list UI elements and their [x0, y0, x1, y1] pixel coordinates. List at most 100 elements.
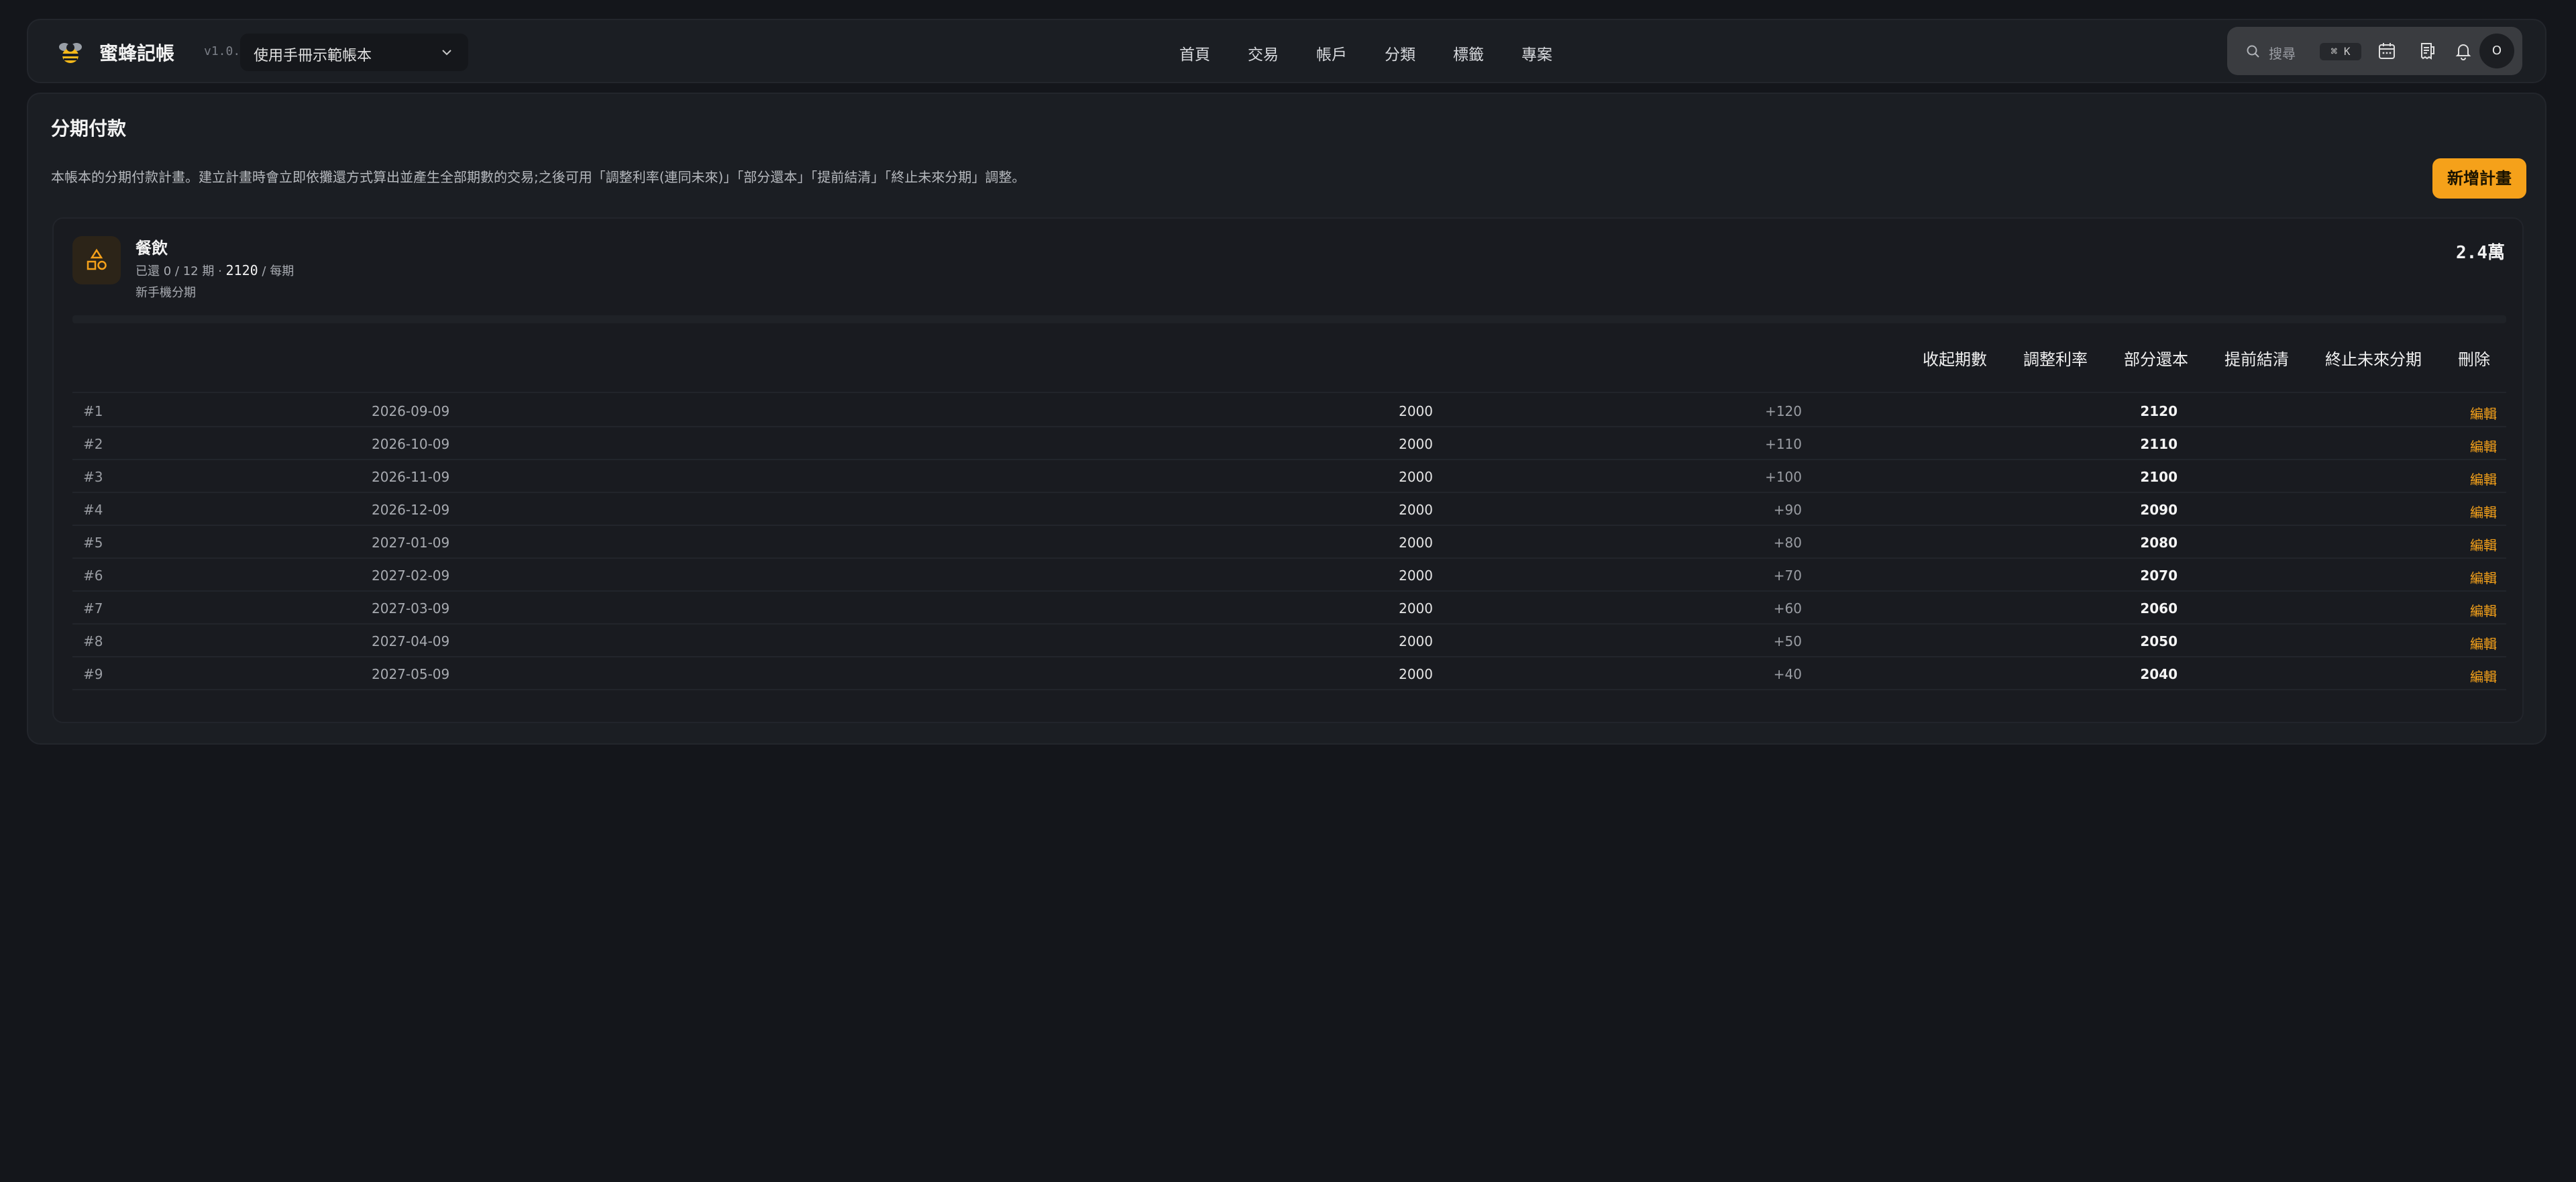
edit-link[interactable]: 編輯: [2470, 535, 2497, 554]
edit-link[interactable]: 編輯: [2470, 469, 2497, 488]
table-row: #1 2026-09-09 2000 +120 2120 編輯: [72, 394, 2506, 427]
nav-tags[interactable]: 標籤: [1453, 42, 1484, 64]
edit-link[interactable]: 編輯: [2470, 568, 2497, 587]
period-principal: 2000: [1399, 568, 1433, 584]
per-period-label: / 每期: [262, 264, 294, 278]
period-unit: 期: [202, 264, 215, 278]
book-select-value: 使用手冊示範帳本: [254, 48, 372, 64]
period-interest: +70: [1773, 568, 1802, 584]
period-interest: +90: [1773, 502, 1802, 518]
period-interest: +60: [1773, 600, 1802, 616]
period-date: 2027-05-09: [372, 666, 450, 682]
book-select[interactable]: 使用手冊示範帳本: [240, 34, 468, 71]
period-principal: 2000: [1399, 535, 1433, 551]
nav-home[interactable]: 首頁: [1179, 42, 1210, 64]
shapes-category-icon: [87, 248, 107, 270]
period-principal: 2000: [1399, 502, 1433, 518]
plan-card: 餐飲 已還 0 / 12 期 · 2120 / 每期 新手機分期 2.4萬 收起…: [52, 217, 2524, 723]
period-number: #9: [83, 666, 103, 682]
add-plan-button[interactable]: 新增計畫: [2432, 158, 2526, 199]
period-date: 2027-02-09: [372, 568, 450, 584]
adjust-rate-button[interactable]: 調整利率: [2023, 346, 2088, 370]
period-date: 2027-03-09: [372, 600, 450, 616]
period-interest: +110: [1765, 436, 1802, 452]
nav-transactions[interactable]: 交易: [1248, 42, 1279, 64]
period-principal: 2000: [1399, 403, 1433, 419]
chevron-down-icon: [442, 50, 451, 56]
period-total: 2040: [2140, 666, 2178, 682]
period-number: #5: [83, 535, 103, 551]
collapse-periods-button[interactable]: 收起期數: [1923, 346, 1987, 370]
page-title: 分期付款: [51, 117, 127, 140]
nav-categories[interactable]: 分類: [1385, 42, 1415, 64]
period-number: #2: [83, 436, 103, 452]
card-divider: [72, 315, 2506, 323]
period-total: 2110: [2140, 436, 2178, 452]
bee-logo-icon[interactable]: [55, 38, 86, 68]
edit-link[interactable]: 編輯: [2470, 436, 2497, 455]
search-button[interactable]: 搜尋 ⌘ K: [2241, 39, 2361, 63]
table-row: #5 2027-01-09 2000 +80 2080 編輯: [72, 526, 2506, 559]
table-divider: [72, 392, 2506, 393]
plan-total: 2.4萬: [2456, 243, 2505, 263]
main-nav: 首頁 交易 帳戶 分類 標籤 專案: [1179, 42, 1590, 64]
plan-actions: 收起期數 調整利率 部分還本 提前結清 終止未來分期 刪除: [1886, 346, 2490, 370]
search-label: 搜尋: [2269, 46, 2296, 62]
table-row: #6 2027-02-09 2000 +70 2070 編輯: [72, 559, 2506, 592]
table-row: #9 2027-05-09 2000 +40 2040 編輯: [72, 657, 2506, 690]
plan-progress: 已還 0 / 12 期 · 2120 / 每期: [136, 262, 294, 278]
period-interest: +100: [1765, 469, 1802, 485]
period-interest: +120: [1765, 403, 1802, 419]
period-date: 2026-09-09: [372, 403, 450, 419]
table-row: #8 2027-04-09 2000 +50 2050 編輯: [72, 625, 2506, 657]
paid-label: 已還: [136, 264, 160, 278]
total-periods: 12: [182, 264, 199, 278]
period-date: 2027-01-09: [372, 535, 450, 551]
per-period-amount: 2120: [225, 262, 258, 278]
installments-panel: 分期付款 本帳本的分期付款計畫。建立計畫時會立即依攤還方式算出並產生全部期數的交…: [27, 93, 2546, 745]
period-principal: 2000: [1399, 666, 1433, 682]
period-interest: +40: [1773, 666, 1802, 682]
paid-count: 0: [163, 264, 172, 278]
header-toolbar: 搜尋 ⌘ K O: [2227, 27, 2522, 75]
period-number: #6: [83, 568, 103, 584]
calendar-icon[interactable]: [2376, 40, 2398, 62]
stop-future-button[interactable]: 終止未來分期: [2325, 346, 2422, 370]
nav-projects[interactable]: 專案: [1521, 42, 1552, 64]
plan-category-icon: [72, 236, 121, 284]
period-date: 2027-04-09: [372, 633, 450, 649]
edit-link[interactable]: 編輯: [2470, 633, 2497, 653]
edit-link[interactable]: 編輯: [2470, 502, 2497, 521]
edit-link[interactable]: 編輯: [2470, 600, 2497, 620]
period-total: 2080: [2140, 535, 2178, 551]
period-interest: +50: [1773, 633, 1802, 649]
period-number: #8: [83, 633, 103, 649]
edit-link[interactable]: 編輯: [2470, 666, 2497, 686]
period-total: 2090: [2140, 502, 2178, 518]
search-shortcut: ⌘ K: [2320, 43, 2361, 60]
search-icon: [2247, 45, 2259, 58]
period-date: 2026-12-09: [372, 502, 450, 518]
bell-icon[interactable]: [2453, 40, 2474, 62]
delete-button[interactable]: 刪除: [2458, 346, 2490, 370]
page-description: 本帳本的分期付款計畫。建立計畫時會立即依攤還方式算出並產生全部期數的交易;之後可…: [51, 169, 1026, 185]
period-principal: 2000: [1399, 469, 1433, 485]
user-avatar[interactable]: O: [2479, 34, 2514, 68]
partial-repay-button[interactable]: 部分還本: [2124, 346, 2188, 370]
period-date: 2026-10-09: [372, 436, 450, 452]
period-principal: 2000: [1399, 600, 1433, 616]
period-number: #7: [83, 600, 103, 616]
plan-note: 新手機分期: [136, 286, 196, 300]
early-settle-button[interactable]: 提前結清: [2224, 346, 2289, 370]
edit-link[interactable]: 編輯: [2470, 403, 2497, 423]
period-principal: 2000: [1399, 436, 1433, 452]
nav-accounts[interactable]: 帳戶: [1316, 42, 1347, 64]
receipt-icon[interactable]: [2416, 40, 2438, 62]
period-interest: +80: [1773, 535, 1802, 551]
schedule-table: #1 2026-09-09 2000 +120 2120 編輯 #2 2026-…: [72, 394, 2506, 690]
period-total: 2120: [2140, 403, 2178, 419]
period-total: 2050: [2140, 633, 2178, 649]
app-title: 蜜蜂記帳: [99, 42, 175, 64]
table-row: #7 2027-03-09 2000 +60 2060 編輯: [72, 592, 2506, 625]
period-principal: 2000: [1399, 633, 1433, 649]
